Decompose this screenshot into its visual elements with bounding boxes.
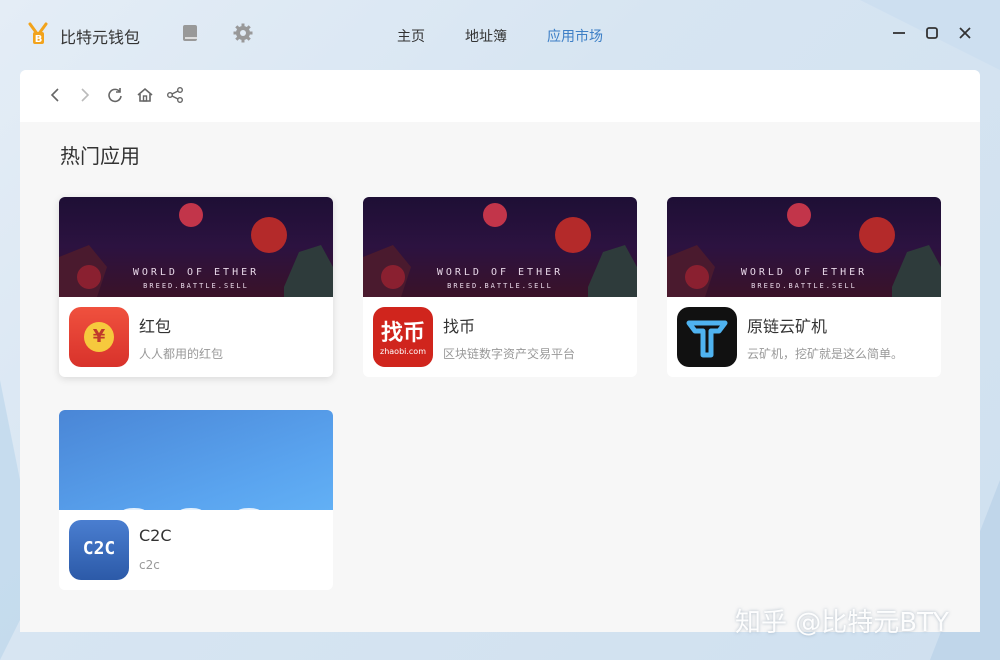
app-card-red-packet[interactable]: WORLD OF ETHER BREED.BATTLE.SELL ¥ 红包 人人… xyxy=(59,197,333,377)
refresh-icon[interactable] xyxy=(106,86,124,104)
close-icon[interactable] xyxy=(956,24,974,42)
banner-subtitle: BREED.BATTLE.SELL xyxy=(143,282,249,290)
app-market-panel: 热门应用 WORLD OF ETHER BREED.BATTLE.SELL ¥ … xyxy=(20,70,980,632)
nav-app-market[interactable]: 应用市场 xyxy=(547,26,603,46)
banner-title: WORLD OF ETHER xyxy=(740,267,868,278)
nav-address-book[interactable]: 地址簿 xyxy=(465,26,507,46)
c2c-logo-text: C2C xyxy=(82,538,116,559)
yuan-glyph: ¥ xyxy=(92,326,106,347)
app-desc: 云矿机，挖矿就是这么简单。 xyxy=(747,347,904,361)
banner-subtitle: BREED.BATTLE.SELL xyxy=(751,282,857,290)
title-bar: B 比特元钱包 主页 地址簿 应用市场 xyxy=(0,0,1000,68)
app-banner xyxy=(59,410,333,510)
home-icon[interactable] xyxy=(136,86,154,104)
forward-icon[interactable] xyxy=(76,86,94,104)
app-banner: WORLD OF ETHER BREED.BATTLE.SELL xyxy=(667,197,941,297)
minimize-icon[interactable] xyxy=(890,24,908,42)
svg-text:B: B xyxy=(35,34,43,45)
app-desc: 人人都用的红包 xyxy=(139,347,224,361)
cloud-miner-icon xyxy=(677,307,737,367)
book-icon[interactable] xyxy=(180,23,200,43)
back-icon[interactable] xyxy=(46,86,64,104)
app-desc: 区块链数字资产交易平台 xyxy=(443,347,576,361)
browser-toolbar xyxy=(20,70,980,122)
app-name: C2C xyxy=(139,526,172,545)
app-desc: c2c xyxy=(139,558,160,572)
banner-art xyxy=(123,508,260,510)
banner-subtitle: BREED.BATTLE.SELL xyxy=(447,282,553,290)
zhaobi-icon: 找币 zhaobi.com xyxy=(373,307,433,367)
share-icon[interactable] xyxy=(166,86,184,104)
watermark: 知乎 @比特元BTY xyxy=(735,608,949,638)
section-title-hot-apps: 热门应用 xyxy=(60,144,140,168)
c2c-icon: C2C xyxy=(69,520,129,580)
gear-icon[interactable] xyxy=(233,23,253,43)
banner-title: WORLD OF ETHER xyxy=(132,267,260,278)
app-card-cloud-miner[interactable]: WORLD OF ETHER BREED.BATTLE.SELL 原链云矿机 云… xyxy=(667,197,941,377)
y-logo-graphic xyxy=(686,320,728,358)
app-card-zhaobi[interactable]: WORLD OF ETHER BREED.BATTLE.SELL 找币 zhao… xyxy=(363,197,637,377)
app-name: 原链云矿机 xyxy=(747,317,828,336)
app-title: 比特元钱包 xyxy=(60,28,141,47)
bitcoin-logo-icon: B xyxy=(28,22,48,45)
app-name: 红包 xyxy=(139,317,172,336)
app-name: 找币 xyxy=(443,317,476,336)
nav-home[interactable]: 主页 xyxy=(397,26,425,46)
app-banner: WORLD OF ETHER BREED.BATTLE.SELL xyxy=(59,197,333,297)
app-card-c2c[interactable]: C2C C2C c2c xyxy=(59,410,333,590)
red-packet-icon: ¥ xyxy=(69,307,129,367)
zhaobi-logo-text: 找币 xyxy=(380,321,425,346)
maximize-icon[interactable] xyxy=(923,24,941,42)
banner-title: WORLD OF ETHER xyxy=(436,267,564,278)
zhaobi-domain: zhaobi.com xyxy=(380,347,426,356)
app-banner: WORLD OF ETHER BREED.BATTLE.SELL xyxy=(363,197,637,297)
